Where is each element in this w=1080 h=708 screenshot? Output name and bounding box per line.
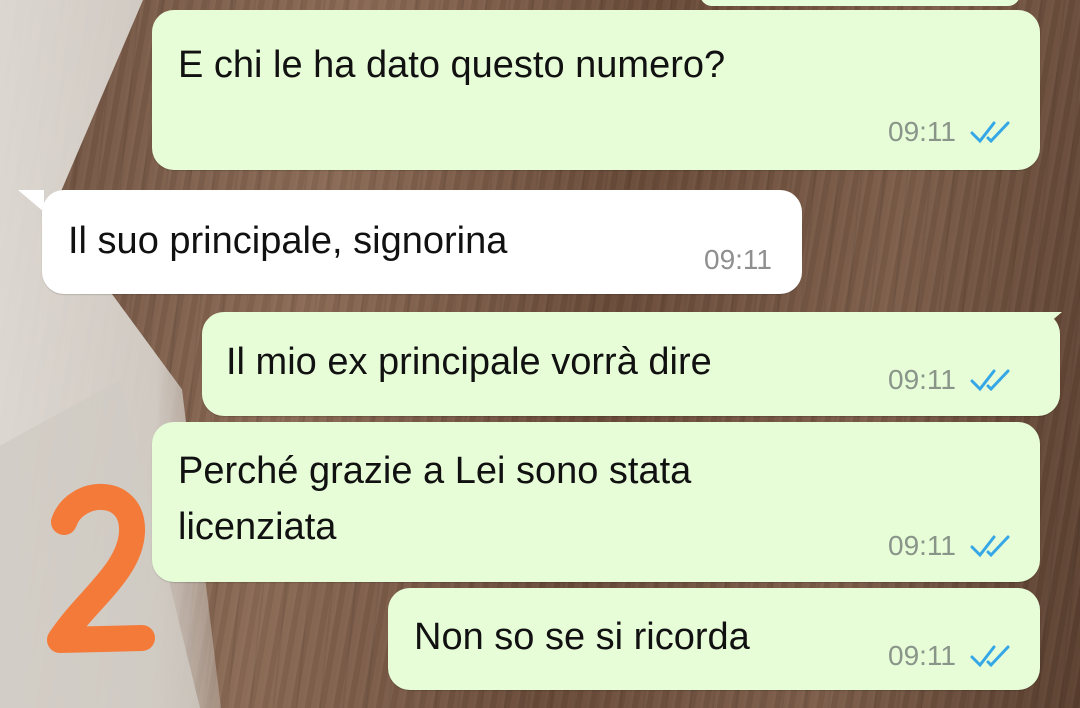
handdrawn-number-2-annotation [47, 484, 155, 653]
message-meta: 09:11 [888, 640, 1012, 672]
message-text: Il mio ex principale vorrà dire [226, 341, 712, 383]
previous-message-bubble-edge [700, 0, 1020, 6]
message-text: Non so se si ricorda [414, 616, 750, 658]
message-bubble-outgoing[interactable]: Il mio ex principale vorrà dire 09:11 [202, 312, 1060, 416]
message-time: 09:11 [888, 364, 956, 395]
message-meta: 09:11 [888, 530, 1012, 562]
incoming-bubble-tail [18, 190, 44, 212]
message-time: 09:11 [888, 530, 956, 561]
message-meta: 09:11 [704, 244, 772, 276]
double-check-icon [970, 121, 1010, 144]
message-bubble-outgoing[interactable]: E chi le ha dato questo numero? 09:11 [152, 10, 1040, 170]
message-meta: 09:11 [888, 364, 1012, 396]
double-check-icon [970, 369, 1010, 392]
message-text: E chi le ha dato questo numero? [178, 44, 726, 86]
message-text: Il suo principale, signorina [68, 220, 508, 262]
message-time: 09:11 [888, 116, 956, 147]
message-meta: 09:11 [888, 116, 1012, 148]
message-time: 09:11 [888, 640, 956, 671]
double-check-icon [970, 645, 1010, 668]
message-bubble-outgoing[interactable]: Perché grazie a Lei sono stata licenziat… [152, 422, 1040, 582]
message-text-line-2: licenziata [178, 506, 337, 548]
message-bubble-incoming[interactable]: Il suo principale, signorina 09:11 [42, 190, 802, 294]
message-bubble-outgoing[interactable]: Non so se si ricorda 09:11 [388, 588, 1040, 690]
message-text-line-1: Perché grazie a Lei sono stata [178, 450, 692, 492]
message-time: 09:11 [704, 244, 772, 275]
double-check-icon [970, 535, 1010, 558]
